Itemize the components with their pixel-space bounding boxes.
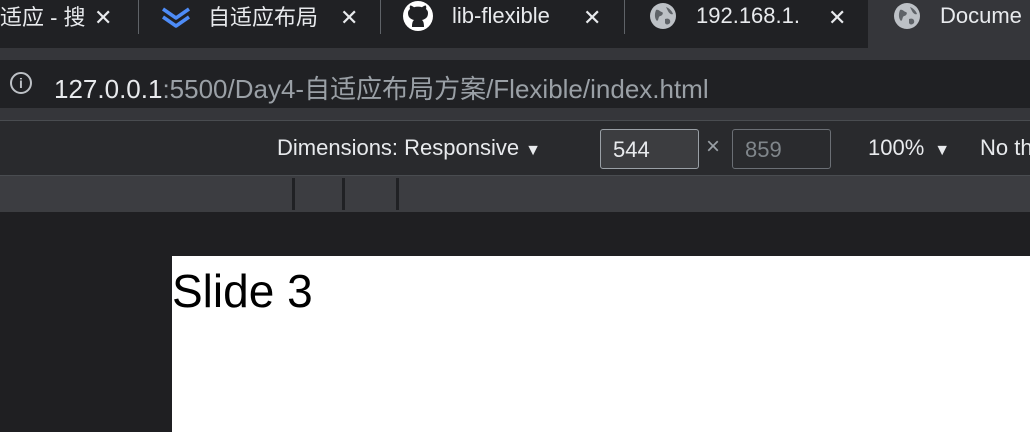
tab-2-close-icon[interactable]: ✕ bbox=[340, 2, 358, 34]
device-toolbar: Dimensions: Responsive ▼ 544 × 859 100% ▼ … bbox=[0, 120, 1030, 176]
tab-4[interactable]: 192.168.1. bbox=[648, 0, 818, 32]
dropdown-arrow-icon: ▼ bbox=[525, 142, 541, 159]
zoom-value: 100% bbox=[868, 135, 925, 160]
tab-5-title: Docume bbox=[940, 3, 1022, 28]
tab-5-active[interactable]: Docume bbox=[892, 0, 1030, 32]
dropdown-arrow-icon: ▼ bbox=[934, 142, 951, 159]
width-input[interactable]: 544 bbox=[600, 129, 699, 169]
slide-text: Slide 3 bbox=[172, 265, 313, 317]
info-icon[interactable]: i bbox=[10, 72, 32, 94]
dimensions-label: Dimensions: Responsive bbox=[277, 135, 520, 160]
tab-2-title: 自适应布局 bbox=[208, 5, 319, 30]
tab-2[interactable]: 自适应布局 bbox=[160, 0, 335, 32]
url-path: :5500/Day4-自适应布局方案/Flexible/index.html bbox=[162, 74, 709, 104]
zoom-dropdown[interactable]: 100% ▼ bbox=[868, 135, 950, 161]
throttle-dropdown[interactable]: No th bbox=[980, 135, 1030, 161]
media-query-bar[interactable] bbox=[0, 176, 1030, 212]
page-viewport[interactable]: Slide 3 bbox=[172, 256, 1030, 432]
tab-3-close-icon[interactable]: ✕ bbox=[583, 2, 601, 34]
browser-toolbar: i 127.0.0.1:5500/Day4-自适应布局方案/Flexible/i… bbox=[0, 48, 1030, 120]
tab-1-title: 适应 - 搜 bbox=[0, 5, 86, 30]
github-icon bbox=[402, 0, 434, 32]
media-query-divider bbox=[292, 178, 295, 210]
tab-separator bbox=[138, 0, 139, 34]
url-host: 127.0.0.1 bbox=[54, 74, 163, 104]
tab-3-title: lib-flexible bbox=[452, 3, 550, 28]
url-text[interactable]: 127.0.0.1:5500/Day4-自适应布局方案/Flexible/ind… bbox=[54, 69, 709, 106]
tab-strip: 适应 - 搜 ✕ 自适应布局 ✕ lib-flexible ✕ 192.168.… bbox=[0, 0, 1030, 48]
layers-icon bbox=[160, 2, 192, 30]
media-query-divider bbox=[342, 178, 345, 210]
tab-separator bbox=[380, 0, 381, 34]
tab-separator bbox=[624, 0, 625, 34]
globe-icon bbox=[648, 1, 678, 31]
tab-3[interactable]: lib-flexible bbox=[402, 0, 578, 32]
address-bar[interactable]: i 127.0.0.1:5500/Day4-自适应布局方案/Flexible/i… bbox=[0, 60, 1030, 108]
media-query-divider bbox=[396, 178, 399, 210]
tab-4-close-icon[interactable]: ✕ bbox=[828, 2, 846, 34]
tab-1-close-icon[interactable]: ✕ bbox=[94, 2, 112, 34]
globe-icon bbox=[892, 1, 922, 31]
dimensions-dropdown[interactable]: Dimensions: Responsive ▼ bbox=[277, 135, 541, 161]
height-input[interactable]: 859 bbox=[732, 129, 831, 169]
times-separator: × bbox=[706, 133, 721, 160]
tab-4-title: 192.168.1. bbox=[696, 3, 800, 28]
